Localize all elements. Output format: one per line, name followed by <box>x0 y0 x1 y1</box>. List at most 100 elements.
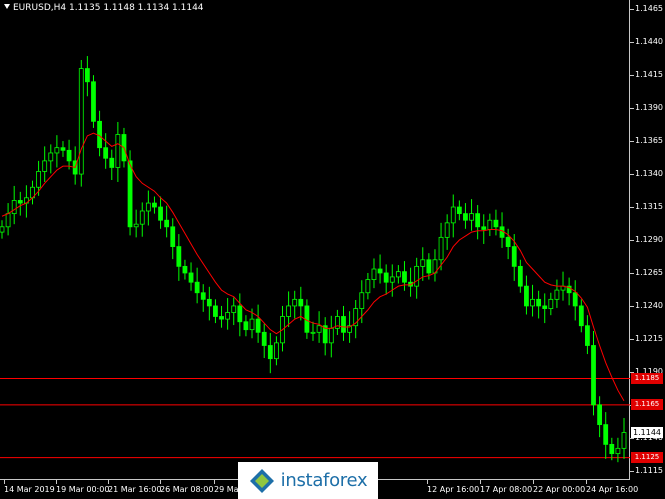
current-price-badge: 1.1144 <box>631 427 663 439</box>
candle <box>475 205 481 240</box>
y-tick <box>630 470 634 472</box>
candle <box>298 286 304 321</box>
y-tick <box>630 240 634 241</box>
candle <box>219 305 224 328</box>
candle <box>310 321 316 341</box>
candle <box>365 272 371 300</box>
candle <box>72 146 78 185</box>
y-tick <box>630 9 634 11</box>
candle <box>5 203 11 236</box>
candle <box>17 191 23 216</box>
candle <box>402 261 407 291</box>
candle <box>261 323 267 359</box>
candle <box>548 292 554 316</box>
candle <box>42 146 48 182</box>
candle <box>469 199 474 231</box>
candle <box>66 139 72 170</box>
candle <box>420 247 426 281</box>
y-tick <box>630 272 634 274</box>
candle <box>225 298 231 330</box>
y-tick-label: 1.1440 <box>635 37 663 47</box>
candle <box>115 121 121 182</box>
candle <box>0 220 5 239</box>
candle <box>292 290 298 319</box>
candle <box>517 259 523 293</box>
x-tick <box>56 480 57 484</box>
candle <box>158 196 163 229</box>
y-tick-label: 1.1240 <box>635 300 663 310</box>
candle <box>182 259 188 280</box>
candle <box>463 203 468 229</box>
candle <box>615 437 621 463</box>
candle <box>554 279 560 308</box>
y-tick-label: 1.1340 <box>635 169 663 179</box>
y-tick-label: 1.1215 <box>635 333 663 343</box>
candle <box>572 280 578 321</box>
candle <box>213 299 218 324</box>
candle <box>456 200 462 221</box>
candle <box>84 56 90 97</box>
candle <box>255 304 261 343</box>
x-tick-label: 12 Apr 16:00 <box>427 485 480 494</box>
candle <box>60 141 66 157</box>
candle <box>621 418 627 459</box>
candle <box>591 330 596 416</box>
y-tick <box>630 141 634 143</box>
candle <box>316 311 322 343</box>
x-tick <box>214 480 215 484</box>
level-price-badge: 1.1185 <box>631 372 663 384</box>
candle <box>383 264 389 295</box>
y-tick-label: 1.1265 <box>635 267 663 277</box>
candle <box>481 214 487 244</box>
candle <box>578 299 584 333</box>
x-tick-label: 17 Apr 08:00 <box>480 485 533 494</box>
candle <box>536 290 542 319</box>
candle <box>353 300 359 339</box>
x-tick <box>480 480 481 484</box>
candle <box>188 262 194 291</box>
x-tick-label: 19 Mar 00:00 <box>56 485 110 494</box>
price-chart <box>0 56 630 463</box>
x-tick-label: 22 Apr 00:00 <box>533 485 586 494</box>
watermark-text: instaforex <box>280 470 368 491</box>
candle <box>377 254 383 284</box>
y-tick <box>630 75 634 77</box>
y-tick <box>630 174 634 176</box>
y-tick <box>630 108 634 110</box>
candle <box>328 315 334 358</box>
candle <box>432 249 438 282</box>
candle <box>286 291 292 328</box>
candle <box>530 284 535 317</box>
y-tick-label: 1.1315 <box>635 202 663 212</box>
y-tick-label: 1.1290 <box>635 235 663 244</box>
candle <box>341 305 346 341</box>
x-tick <box>427 480 428 484</box>
x-tick-label: 24 Apr 16:00 <box>586 485 639 494</box>
candle <box>371 258 377 289</box>
level-price-badge: 1.1125 <box>631 452 663 464</box>
x-tick <box>533 480 534 484</box>
candle <box>267 332 273 374</box>
candle <box>597 396 603 438</box>
candle <box>127 150 133 236</box>
candle <box>243 315 249 337</box>
dropdown-triangle-icon[interactable] <box>4 4 10 9</box>
candle <box>566 277 572 306</box>
candle <box>237 293 243 337</box>
candle <box>200 284 206 312</box>
candle <box>78 60 84 187</box>
candle <box>487 213 493 237</box>
candle <box>389 264 395 297</box>
y-tick <box>630 338 634 340</box>
candle <box>194 267 200 304</box>
candle <box>152 196 157 214</box>
x-tick <box>4 480 5 484</box>
candle <box>97 110 102 157</box>
y-tick <box>630 207 634 209</box>
moving-average-line <box>1 132 625 402</box>
x-tick <box>586 480 587 484</box>
chart-window[interactable]: EURUSD,H4 1.1135 1.1148 1.1134 1.1144 1.… <box>0 0 665 499</box>
candle <box>206 286 212 321</box>
level-price-badge: 1.1165 <box>631 399 663 411</box>
candle <box>395 265 401 284</box>
